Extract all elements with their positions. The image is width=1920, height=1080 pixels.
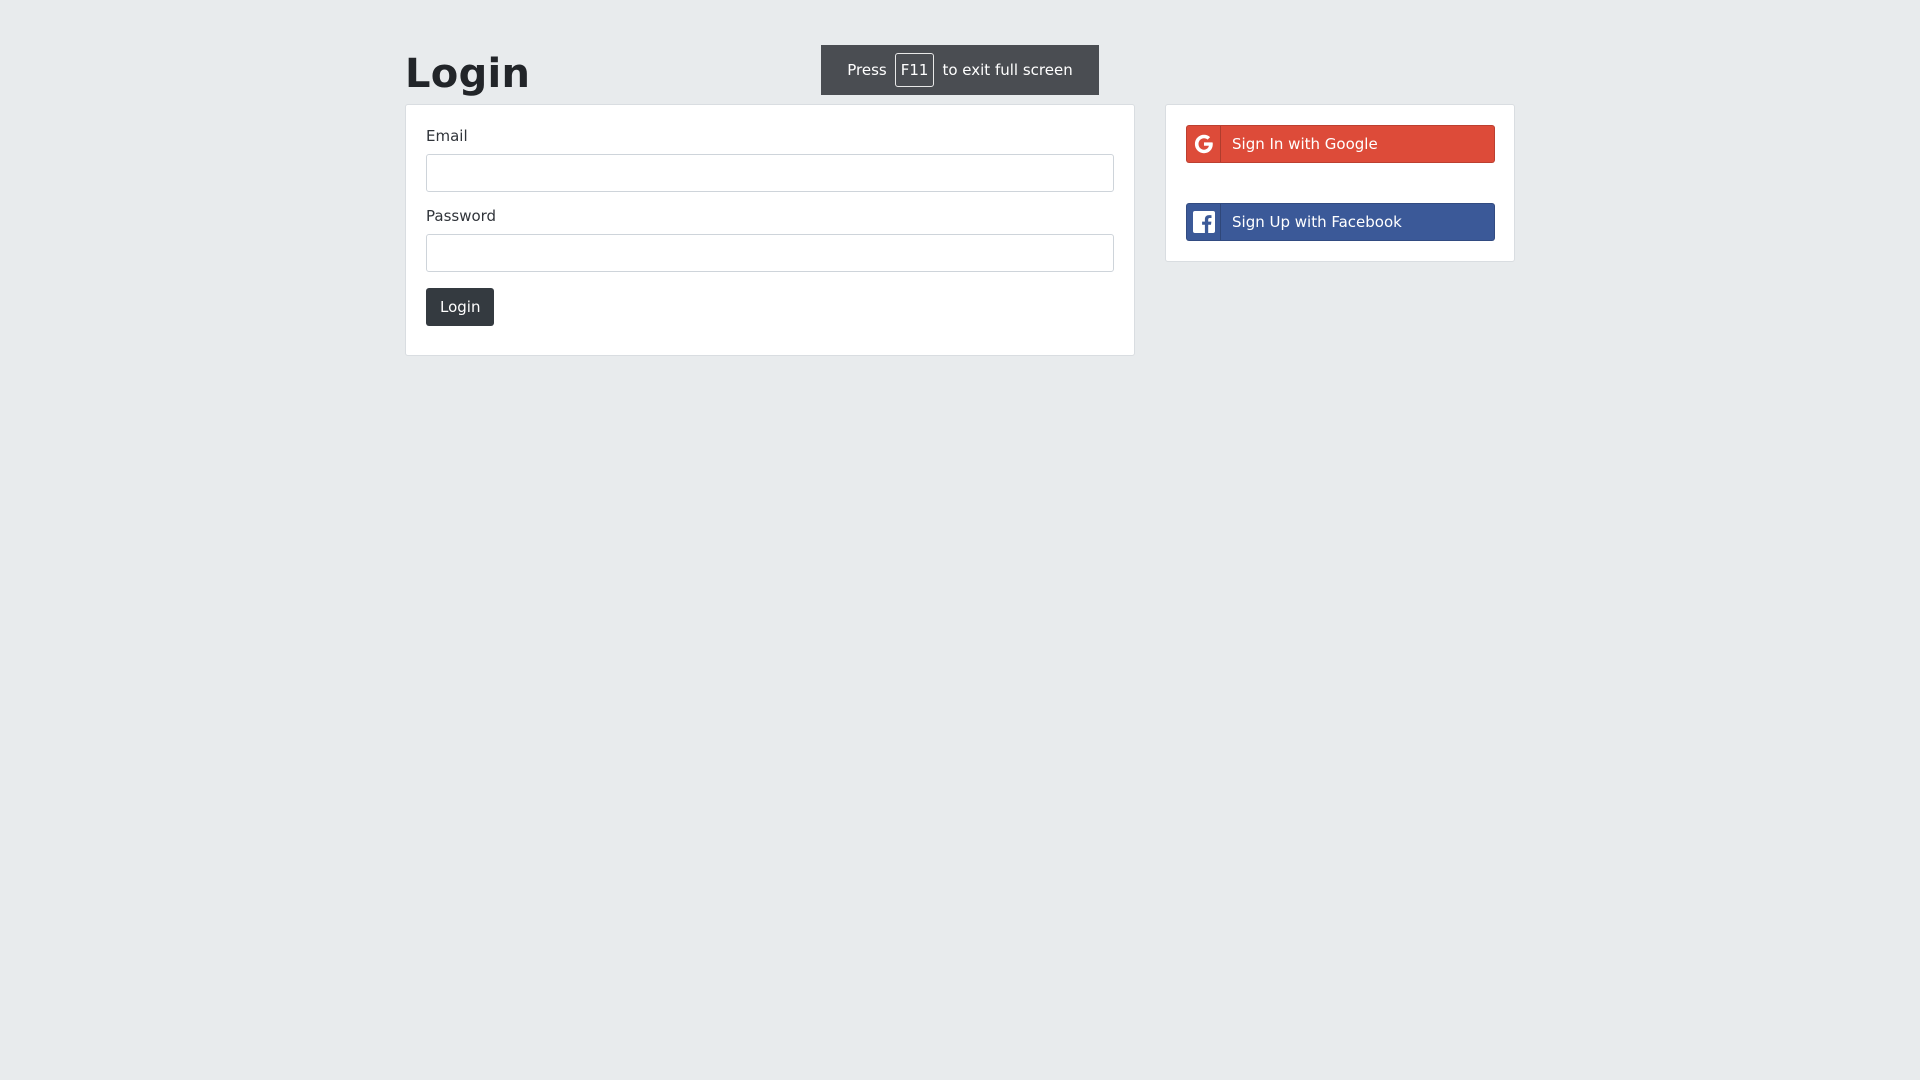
- login-card: Email Password Login: [405, 104, 1135, 356]
- social-login-card: Sign In with Google Sign Up with Faceboo…: [1165, 104, 1515, 262]
- login-button[interactable]: Login: [426, 288, 495, 326]
- page-title: Login: [405, 51, 531, 97]
- facebook-icon: [1187, 204, 1221, 240]
- google-signin-label: Sign In with Google: [1232, 135, 1378, 153]
- facebook-signup-label: Sign Up with Facebook: [1232, 213, 1402, 231]
- email-group: Email: [426, 127, 1114, 192]
- password-field[interactable]: [426, 234, 1114, 272]
- google-icon: [1187, 126, 1221, 162]
- google-signin-button[interactable]: Sign In with Google: [1186, 125, 1495, 163]
- login-form: Email Password Login: [426, 127, 1114, 326]
- email-field[interactable]: [426, 154, 1114, 192]
- password-group: Password: [426, 207, 1114, 272]
- password-label: Password: [426, 207, 497, 225]
- fullscreen-notice: Press F11 to exit full screen: [821, 45, 1099, 95]
- fullscreen-notice-suffix: to exit full screen: [942, 61, 1073, 79]
- facebook-signup-button[interactable]: Sign Up with Facebook: [1186, 203, 1495, 241]
- email-label: Email: [426, 127, 468, 145]
- fullscreen-key-badge: F11: [894, 53, 935, 87]
- fullscreen-notice-prefix: Press: [847, 61, 887, 79]
